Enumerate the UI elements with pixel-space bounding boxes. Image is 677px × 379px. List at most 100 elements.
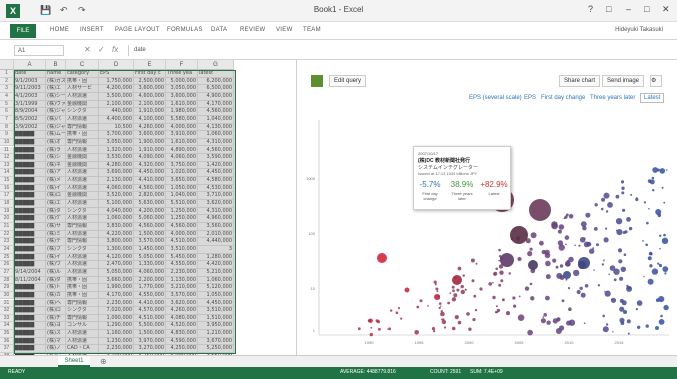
data-point[interactable] [655,209,662,215]
table-cell[interactable]: █████ [14,253,46,262]
table-cell[interactable]: 4,900,000 [198,92,234,101]
data-point[interactable] [658,296,665,303]
close-icon[interactable]: ✕ [662,4,670,15]
data-point[interactable] [621,186,625,190]
filter-eps[interactable]: EPS [524,95,536,101]
data-point[interactable] [618,259,623,264]
data-point[interactable] [621,300,627,306]
data-point[interactable] [661,237,669,244]
data-point[interactable] [605,323,609,326]
table-cell[interactable]: 4,560,000 [134,184,166,193]
data-point[interactable] [524,286,530,291]
data-point[interactable] [558,224,565,230]
table-cell[interactable]: █████ [14,330,46,338]
edit-query-button[interactable]: Edit query [329,75,367,87]
table-cell[interactable]: (株)ワ [46,261,66,269]
data-point[interactable] [619,317,625,323]
table-cell[interactable]: (株)パ [46,115,66,124]
data-point[interactable] [390,309,393,312]
data-point[interactable] [609,265,616,271]
row-header[interactable]: 36 [0,337,14,346]
data-point[interactable] [647,256,652,261]
data-point[interactable] [663,304,669,311]
table-cell[interactable]: 1,770,000 [134,284,166,292]
table-cell[interactable]: 4,320,000 [134,161,166,170]
row-header[interactable]: 9 [0,131,14,139]
table-cell[interactable]: █████ [14,161,46,170]
data-point[interactable] [615,218,623,225]
table-cell[interactable]: (株)ケ [46,215,66,223]
table-cell[interactable]: 4,450,000 [198,299,234,308]
data-point[interactable] [574,244,576,247]
tab-team[interactable]: TEAM [303,27,321,33]
table-cell[interactable]: (株)ノ [46,345,66,354]
data-point[interactable] [472,318,476,322]
table-cell[interactable]: 2,100,000 [99,100,134,109]
table-cell[interactable]: 8/9/2004 [14,108,46,116]
table-cell[interactable]: 人材派遣 [66,200,99,208]
table-cell[interactable]: (株)イ [46,184,66,193]
table-cell[interactable]: 4,260,000 [134,123,166,132]
data-point[interactable] [357,327,361,331]
data-point[interactable] [456,288,460,292]
data-point[interactable] [568,214,574,219]
table-cell[interactable]: 4,220,000 [99,230,134,239]
table-cell[interactable]: 2,130,000 [99,177,134,185]
table-cell[interactable]: 携帯・固 [66,291,99,300]
table-cell[interactable]: 7,020,000 [99,307,134,315]
table-cell[interactable]: 携帯・固 [66,284,99,292]
filter-eps-several[interactable]: EPS (several scale) [469,95,522,101]
table-cell[interactable]: 金融機関 [66,192,99,201]
table-cell[interactable]: 人材派遣 [66,115,99,124]
row-header[interactable]: 32 [0,307,14,315]
table-cell[interactable]: 2,470,000 [99,261,134,269]
table-cell[interactable]: █████ [14,223,46,231]
row-header[interactable]: 27 [0,268,14,277]
table-cell[interactable]: 1,910,000 [134,146,166,155]
table-cell[interactable]: 3,700,000 [99,131,134,139]
table-cell[interactable]: 9/14/2004 [14,268,46,277]
bubble-highlight[interactable] [500,253,514,267]
table-cell[interactable]: 人材サービ [66,85,99,93]
data-point[interactable] [555,265,559,269]
table-cell[interactable]: 人材派遣 [66,177,99,185]
table-cell[interactable]: 2,200,000 [134,276,166,285]
data-point[interactable] [440,305,442,307]
table-cell[interactable]: 4,450,000 [134,169,166,178]
data-point[interactable] [649,179,655,185]
table-cell[interactable]: 3,910,000 [166,131,198,139]
table-cell[interactable]: 1,420,000 [198,161,234,170]
row-header[interactable]: 1 [0,70,14,78]
data-point[interactable] [512,296,516,300]
table-cell[interactable]: 4,550,000 [134,291,166,300]
data-point[interactable] [664,272,667,275]
table-cell[interactable]: 5,500,000 [134,322,166,331]
data-point[interactable] [435,287,439,291]
table-cell[interactable]: (株)ミ [46,230,66,239]
row-header[interactable]: 26 [0,261,14,269]
table-cell[interactable]: 携帯・固 [66,131,99,139]
data-point[interactable] [529,247,533,251]
data-point[interactable] [419,299,423,303]
tab-insert[interactable]: INSERT [80,27,104,33]
table-cell[interactable]: 4,410,000 [134,299,166,308]
data-point[interactable] [622,208,626,212]
row-header[interactable]: 23 [0,238,14,246]
data-point[interactable] [648,208,650,210]
table-cell[interactable]: 5,250,000 [198,345,234,354]
table-cell[interactable]: 人材派遣 [66,337,99,346]
table-cell[interactable]: █████ [14,207,46,216]
table-cell[interactable]: 専門情報 [66,238,99,246]
data-point[interactable] [449,292,452,294]
table-cell[interactable]: 1,050,000 [166,184,198,193]
table-cell[interactable]: 4,120,000 [99,253,134,262]
data-point[interactable] [589,248,595,254]
data-point[interactable] [573,269,580,277]
data-point[interactable] [541,249,546,255]
row-header[interactable]: 2 [0,77,14,86]
table-cell[interactable]: █████ [14,299,46,308]
worksheet-grid[interactable]: A B C D E F G 1 date name category EPS First day c Th… [0,60,296,361]
data-point[interactable] [387,328,389,330]
table-cell[interactable]: 440,000 [99,108,134,116]
row-header[interactable]: 22 [0,230,14,239]
